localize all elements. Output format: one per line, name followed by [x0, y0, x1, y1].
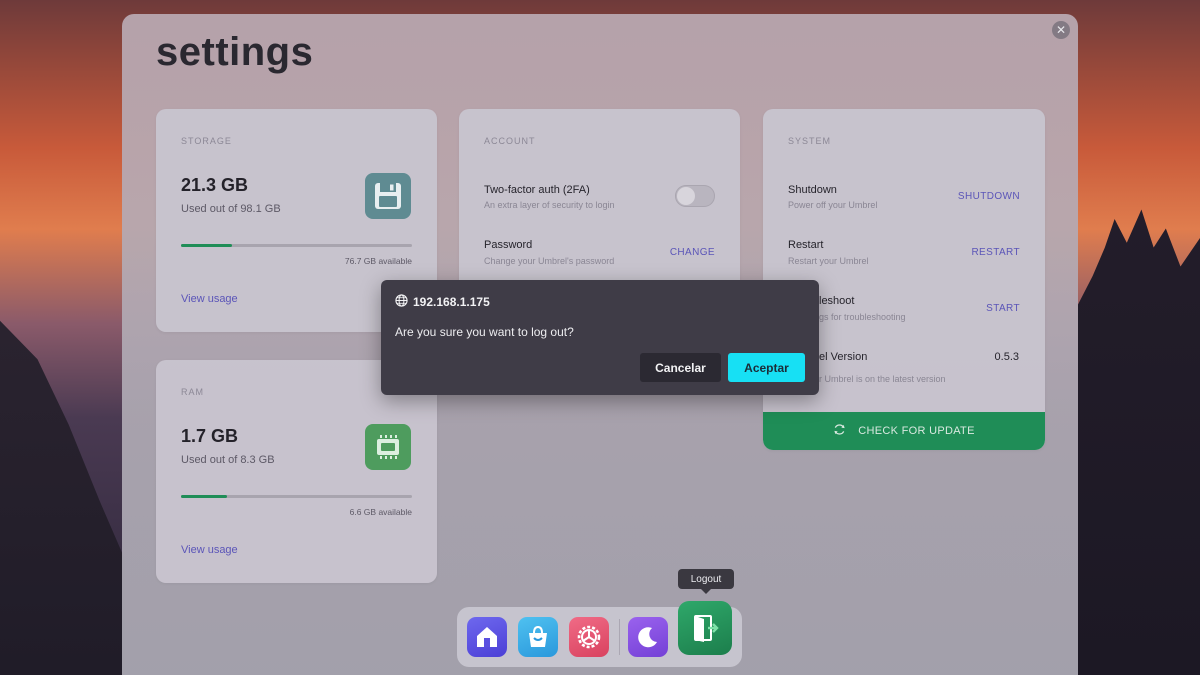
logout-icon[interactable]	[678, 601, 732, 655]
account-heading: ACCOUNT	[484, 136, 536, 146]
app-store-icon[interactable]	[518, 617, 558, 657]
dialog-message: Are you sure you want to log out?	[395, 325, 574, 339]
ram-usage-bar	[181, 495, 412, 498]
dialog-host-text: 192.168.1.175	[413, 295, 490, 309]
refresh-icon	[833, 423, 846, 439]
ram-value: 1.7 GB	[181, 426, 239, 446]
ram-chip-icon	[365, 424, 411, 470]
logout-tooltip: Logout	[678, 569, 734, 594]
dock	[457, 601, 742, 667]
version-value: 0.5.3	[994, 351, 1019, 363]
ram-heading: RAM	[181, 387, 204, 397]
check-for-update-button[interactable]: CHECK FOR UPDATE	[763, 412, 1045, 450]
troubleshoot-start-button[interactable]: START	[986, 303, 1020, 314]
restart-title: Restart	[788, 239, 824, 251]
twofa-subtitle: An extra layer of security to login	[484, 200, 615, 210]
ram-view-usage-link[interactable]: View usage	[181, 544, 238, 556]
storage-usage-bar	[181, 244, 412, 247]
version-subtitle: r Umbrel is on the latest version	[819, 374, 946, 384]
dock-separator	[619, 619, 620, 655]
moon-icon[interactable]	[628, 617, 668, 657]
twofa-title: Two-factor auth (2FA)	[484, 184, 590, 196]
restart-subtitle: Restart your Umbrel	[788, 256, 869, 266]
globe-icon	[395, 294, 408, 310]
storage-heading: STORAGE	[181, 136, 232, 146]
password-title: Password	[484, 239, 533, 251]
settings-icon[interactable]	[569, 617, 609, 657]
restart-button[interactable]: RESTART	[971, 247, 1020, 258]
dialog-host: 192.168.1.175	[395, 294, 490, 310]
password-subtitle: Change your Umbrel's password	[484, 256, 615, 266]
background-trees-right	[1078, 209, 1200, 675]
home-icon[interactable]	[467, 617, 507, 657]
shutdown-subtitle: Power off your Umbrel	[788, 200, 878, 210]
background-trees-left	[0, 320, 125, 675]
twofa-toggle[interactable]	[675, 185, 715, 207]
ram-used-text: Used out of 8.3 GB	[181, 454, 275, 466]
storage-used-text: Used out of 98.1 GB	[181, 203, 281, 215]
shutdown-button[interactable]: SHUTDOWN	[958, 191, 1020, 202]
check-for-update-label: CHECK FOR UPDATE	[858, 425, 975, 437]
close-icon[interactable]: ✕	[1052, 21, 1070, 39]
shutdown-title: Shutdown	[788, 184, 837, 196]
version-title: el Version	[819, 351, 868, 363]
floppy-disk-icon	[365, 173, 411, 219]
toggle-knob	[677, 187, 695, 205]
storage-usage-fill	[181, 244, 232, 247]
cancel-button[interactable]: Cancelar	[640, 353, 721, 382]
change-password-button[interactable]: CHANGE	[670, 247, 715, 258]
troubleshoot-title: leshoot	[819, 295, 855, 307]
storage-value: 21.3 GB	[181, 175, 249, 195]
storage-view-usage-link[interactable]: View usage	[181, 293, 238, 305]
page-title: settings	[156, 30, 314, 74]
troubleshoot-subtitle: gs for troubleshooting	[819, 312, 906, 322]
ram-usage-fill	[181, 495, 228, 498]
ram-available-text: 6.6 GB available	[349, 507, 412, 517]
logout-confirm-dialog: 192.168.1.175 Are you sure you want to l…	[381, 280, 819, 395]
system-heading: SYSTEM	[788, 136, 832, 146]
storage-available-text: 76.7 GB available	[344, 256, 412, 266]
accept-button[interactable]: Aceptar	[728, 353, 805, 382]
